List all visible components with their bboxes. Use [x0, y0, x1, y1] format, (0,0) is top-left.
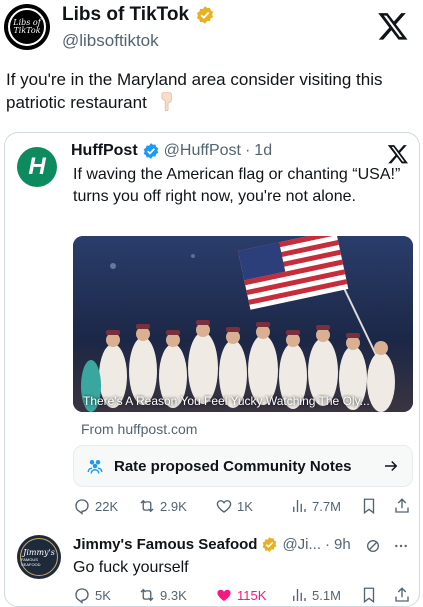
- repost-button[interactable]: 9.3K: [138, 586, 187, 604]
- share-icon: [395, 587, 409, 602]
- repost-count: 9.3K: [160, 587, 187, 603]
- views-button[interactable]: 5.1M: [290, 586, 341, 604]
- views-icon: [293, 500, 306, 512]
- verified-badge-icon: [143, 143, 158, 159]
- bookmark-icon: [363, 587, 375, 604]
- bookmark-icon: [363, 498, 375, 515]
- views-count: 5.1M: [312, 587, 341, 603]
- reply-button[interactable]: 5K: [73, 586, 111, 604]
- huffpost-avatar[interactable]: H: [17, 147, 57, 187]
- quoted-author-row: HuffPost @HuffPost · 1d: [71, 142, 272, 160]
- no-entry-icon[interactable]: [365, 538, 381, 554]
- repost-count: 2.9K: [160, 498, 187, 514]
- post-header: Libs of TikTok Libs of TikTok @libsoftik…: [0, 0, 423, 60]
- share-icon: [395, 498, 409, 513]
- repost-icon: [140, 588, 154, 602]
- like-count: 115K: [237, 587, 267, 603]
- reply-button[interactable]: 22K: [73, 497, 118, 515]
- reply-author-row: Jimmy's Famous Seafood @Ji... · 9h: [73, 536, 351, 553]
- reply-author-name[interactable]: Jimmy's Famous Seafood: [73, 536, 257, 553]
- reply-icon: [75, 588, 89, 604]
- arrow-right-icon: [385, 460, 398, 472]
- huffpost-avatar-letter: H: [28, 153, 46, 180]
- post-text: If you're in the Maryland area consider …: [6, 68, 416, 114]
- verified-badge-icon: [263, 537, 277, 552]
- reply-count: 22K: [95, 498, 119, 514]
- rate-community-notes-button[interactable]: Rate proposed Community Notes: [73, 445, 413, 487]
- post-text-body: If you're in the Maryland area consider …: [6, 70, 383, 112]
- bookmark-button[interactable]: [360, 497, 378, 515]
- reply-avatar-logo-text: Jimmy's: [23, 547, 55, 557]
- quoted-post-time[interactable]: 1d: [254, 142, 272, 160]
- avatar[interactable]: Libs of TikTok: [4, 4, 50, 50]
- reply-avatar[interactable]: Jimmy's FAMOUS SEAFOOD: [17, 535, 61, 579]
- reply-count: 5K: [95, 587, 111, 603]
- reply-author-handle[interactable]: @Ji...: [282, 536, 321, 553]
- author-row: Libs of TikTok: [62, 4, 215, 26]
- reply-header-icons: [365, 538, 409, 554]
- author-handle[interactable]: @libsoftiktok: [62, 31, 159, 51]
- bookmark-button[interactable]: [360, 586, 378, 604]
- reply-icon: [75, 499, 89, 515]
- quoted-action-bar: 22K 2.9K 1K 7.7M: [5, 495, 421, 517]
- reply-avatar-logo-subtext: FAMOUS SEAFOOD: [21, 556, 41, 567]
- views-icon: [293, 589, 306, 601]
- link-card-image[interactable]: There's A Reason You Feel Yucky Watching…: [73, 236, 413, 412]
- share-button[interactable]: [393, 586, 411, 604]
- x-logo-icon: [387, 145, 408, 164]
- reply-avatar-logo: Jimmy's FAMOUS SEAFOOD: [20, 538, 58, 576]
- avatar-logo: Libs of TikTok: [8, 8, 46, 46]
- community-notes-icon: [87, 460, 103, 474]
- x-logo-icon: [378, 13, 408, 40]
- quoted-author-handle[interactable]: @HuffPost: [164, 142, 241, 160]
- quoted-post-text: If waving the American flag or chanting …: [73, 166, 401, 205]
- reply-post-text: Go fuck yourself: [73, 559, 189, 576]
- repost-button[interactable]: 2.9K: [138, 497, 187, 515]
- reply-post-time[interactable]: 9h: [334, 536, 351, 553]
- repost-icon: [140, 499, 154, 513]
- quoted-author-name[interactable]: HuffPost: [71, 142, 138, 160]
- like-button[interactable]: 1K: [215, 497, 253, 515]
- like-count: 1K: [237, 498, 253, 514]
- meta-separator: ·: [325, 536, 331, 553]
- olympic-team-photo: [73, 236, 413, 412]
- meta-separator: ·: [244, 142, 251, 159]
- avatar-logo-text: Libs of TikTok: [13, 18, 41, 35]
- views-count: 7.7M: [312, 498, 341, 514]
- quote-card[interactable]: H HuffPost @HuffPost · 1d If waving the …: [4, 132, 420, 607]
- share-button[interactable]: [393, 497, 411, 515]
- more-options-icon[interactable]: [393, 538, 409, 554]
- author-name[interactable]: Libs of TikTok: [62, 4, 189, 26]
- pointing-down-hand-icon: [161, 92, 172, 111]
- media-caption: There's A Reason You Feel Yucky Watching…: [83, 394, 370, 408]
- community-notes-label: Rate proposed Community Notes: [114, 457, 352, 475]
- like-button[interactable]: 115K: [215, 586, 266, 604]
- link-source[interactable]: From huffpost.com: [81, 421, 197, 437]
- views-button[interactable]: 7.7M: [290, 497, 341, 515]
- reply-action-bar: 5K 9.3K 115K 5.1M: [5, 584, 421, 606]
- verified-badge-icon: [196, 6, 214, 24]
- heart-icon: [216, 500, 232, 513]
- heart-filled-icon: [217, 589, 231, 601]
